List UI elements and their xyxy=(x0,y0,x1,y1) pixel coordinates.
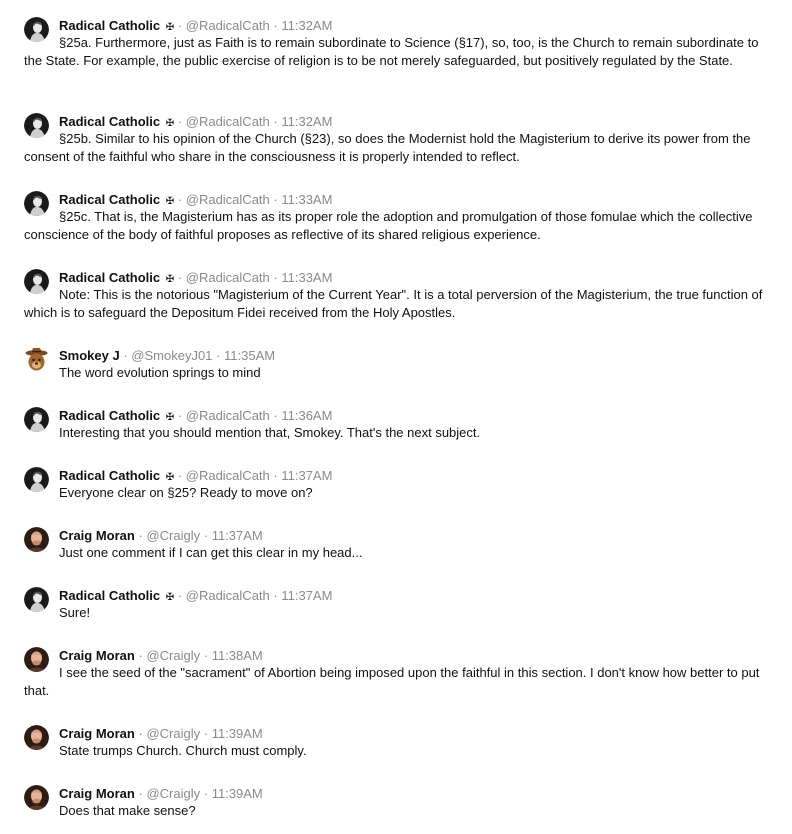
cross-badge-icon: ✠ xyxy=(165,472,175,483)
message-text: Interesting that you should mention that… xyxy=(59,425,481,440)
cross-badge-icon: ✠ xyxy=(165,412,175,423)
author-name[interactable]: Radical Catholic xyxy=(59,270,160,285)
separator: · xyxy=(203,726,209,741)
message-header: Craig Moran · @Craigly · 11:39AM xyxy=(59,786,263,802)
cross-badge-icon: ✠ xyxy=(165,592,175,603)
separator: · xyxy=(177,114,183,129)
author-name[interactable]: Smokey J xyxy=(59,348,120,363)
timestamp: 11:32AM xyxy=(281,18,333,33)
author-name[interactable]: Radical Catholic xyxy=(59,18,160,33)
author-handle[interactable]: @Craigly xyxy=(146,648,200,663)
separator: · xyxy=(273,588,278,603)
separator: · xyxy=(177,408,183,423)
timestamp: 11:36AM xyxy=(281,408,333,423)
separator: · xyxy=(216,348,221,363)
message-text: Sure! xyxy=(59,605,91,620)
author-name[interactable]: Radical Catholic xyxy=(59,468,160,483)
message-header: Smokey J · @SmokeyJ01 · 11:35AM xyxy=(59,348,275,364)
author-handle[interactable]: @RadicalCath xyxy=(186,468,270,483)
author-handle[interactable]: @SmokeyJ01 xyxy=(131,348,212,363)
author-handle[interactable]: @Craigly xyxy=(146,786,200,801)
separator: · xyxy=(273,192,278,207)
cross-badge-icon: ✠ xyxy=(165,274,175,285)
separator: · xyxy=(123,348,128,363)
timestamp: 11:33AM xyxy=(281,192,333,207)
cross-badge-icon: ✠ xyxy=(165,196,175,207)
separator: · xyxy=(138,528,143,543)
author-handle[interactable]: @RadicalCath xyxy=(186,192,270,207)
author-handle[interactable]: @Craigly xyxy=(146,528,200,543)
separator: · xyxy=(273,270,278,285)
author-name[interactable]: Radical Catholic xyxy=(59,192,160,207)
message-text: §25a. Furthermore, just as Faith is to r… xyxy=(24,35,759,68)
separator: · xyxy=(177,468,183,483)
author-name[interactable]: Craig Moran xyxy=(59,528,135,543)
separator: · xyxy=(177,18,183,33)
separator: · xyxy=(273,18,278,33)
message-text: §25c. That is, the Magisterium has as it… xyxy=(24,209,753,242)
message-header: Craig Moran · @Craigly · 11:39AM xyxy=(59,726,263,742)
message-text: The word evolution springs to mind xyxy=(59,365,261,380)
separator: · xyxy=(177,192,183,207)
separator: · xyxy=(273,408,278,423)
timestamp: 11:38AM xyxy=(211,648,263,663)
separator: · xyxy=(273,114,278,129)
chat-thread: Radical Catholic ✠ · @RadicalCath · 11:3… xyxy=(0,0,792,834)
author-name[interactable]: Craig Moran xyxy=(59,726,135,741)
author-handle[interactable]: @RadicalCath xyxy=(186,114,270,129)
author-handle[interactable]: @RadicalCath xyxy=(186,588,270,603)
separator: · xyxy=(177,588,183,603)
message-text: Note: This is the notorious "Magisterium… xyxy=(24,287,763,320)
separator: · xyxy=(138,726,143,741)
timestamp: 11:37AM xyxy=(281,468,333,483)
timestamp: 11:35AM xyxy=(224,348,276,363)
author-name[interactable]: Radical Catholic xyxy=(59,588,160,603)
author-name[interactable]: Radical Catholic xyxy=(59,408,160,423)
separator: · xyxy=(203,528,209,543)
author-handle[interactable]: @Craigly xyxy=(146,726,200,741)
message-text: Everyone clear on §25? Ready to move on? xyxy=(59,485,313,500)
separator: · xyxy=(177,270,183,285)
author-handle[interactable]: @RadicalCath xyxy=(186,18,270,33)
message-text: I see the seed of the "sacrament" of Abo… xyxy=(24,665,760,698)
timestamp: 11:33AM xyxy=(281,270,333,285)
author-handle[interactable]: @RadicalCath xyxy=(186,270,270,285)
separator: · xyxy=(273,468,278,483)
message-text: §25b. Similar to his opinion of the Chur… xyxy=(24,131,751,164)
author-name[interactable]: Craig Moran xyxy=(59,648,135,663)
timestamp: 11:37AM xyxy=(281,588,333,603)
cross-badge-icon: ✠ xyxy=(165,118,175,129)
separator: · xyxy=(203,786,209,801)
author-name[interactable]: Radical Catholic xyxy=(59,114,160,129)
timestamp: 11:32AM xyxy=(281,114,333,129)
message-text: State trumps Church. Church must comply. xyxy=(59,743,307,758)
timestamp: 11:39AM xyxy=(211,726,263,741)
message-header: Craig Moran · @Craigly · 11:38AM xyxy=(59,648,263,664)
message-text: Just one comment if I can get this clear… xyxy=(59,545,363,560)
message-header: Craig Moran · @Craigly · 11:37AM xyxy=(59,528,263,544)
cross-badge-icon: ✠ xyxy=(165,22,175,33)
timestamp: 11:39AM xyxy=(211,786,263,801)
separator: · xyxy=(138,786,143,801)
author-handle[interactable]: @RadicalCath xyxy=(186,408,270,423)
separator: · xyxy=(203,648,209,663)
timestamp: 11:37AM xyxy=(211,528,263,543)
separator: · xyxy=(138,648,143,663)
message-text: Does that make sense? xyxy=(59,803,196,818)
author-name[interactable]: Craig Moran xyxy=(59,786,135,801)
